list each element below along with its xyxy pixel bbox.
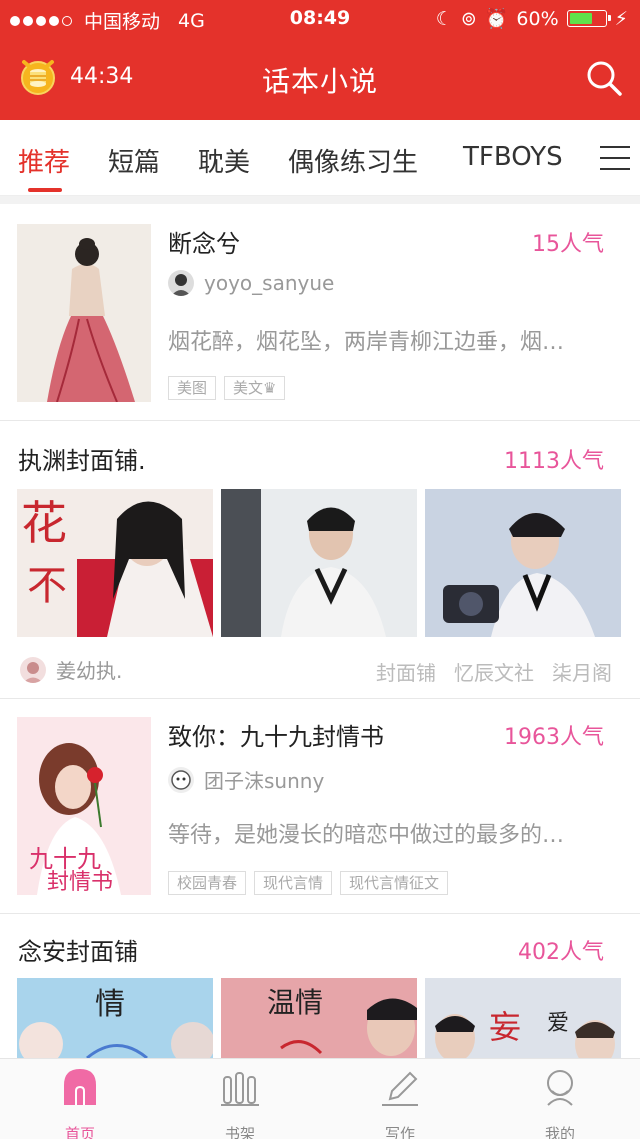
svg-text:情: 情 xyxy=(95,987,125,1022)
profile-icon xyxy=(547,1070,573,1106)
popularity-count: 1963人气 xyxy=(504,725,604,750)
category-tabs: 推荐 短篇 耽美 偶像练习生 TFBOYS xyxy=(0,120,640,196)
book-title[interactable]: 致你：九十九封情书 xyxy=(168,717,384,752)
owner-name[interactable]: 姜幼执. xyxy=(56,655,122,684)
battery-icon xyxy=(566,10,611,27)
svg-text:爱: 爱 xyxy=(547,1011,569,1036)
lock-rotation-icon: ⊚ xyxy=(460,7,477,30)
tab-recommended[interactable]: 推荐 xyxy=(18,142,70,179)
author-name[interactable]: 团子沫sunny xyxy=(204,765,324,794)
tab-short[interactable]: 短篇 xyxy=(108,142,160,179)
book-card[interactable]: 断念兮 15人气 yoyo_sanyue 烟花醉，烟花坠，两岸青柳江边垂，烟… … xyxy=(0,224,640,420)
nav-bookshelf[interactable]: 书架 xyxy=(190,1067,290,1139)
book-tag[interactable]: 现代言情征文 xyxy=(340,871,449,895)
tab-idol-trainee[interactable]: 偶像练习生 xyxy=(288,142,418,179)
svg-text:不: 不 xyxy=(27,563,67,609)
menu-icon[interactable] xyxy=(600,146,630,172)
bookshelf-icon xyxy=(221,1072,259,1106)
shop-card[interactable]: 念安封面铺 402人气 情 温情 妄 爱 xyxy=(0,914,640,1058)
svg-text:花: 花 xyxy=(21,496,67,550)
book-tag[interactable]: 现代言情 xyxy=(254,871,333,895)
shop-cover-image[interactable] xyxy=(221,489,417,637)
nav-profile[interactable]: 我的 xyxy=(510,1067,610,1139)
shop-cover-image[interactable] xyxy=(425,489,621,637)
search-icon[interactable] xyxy=(584,58,624,98)
status-bar: 中国移动 4G 08:49 ☾ ⊚ ⏰ 60% ⚡ xyxy=(0,0,640,36)
book-cover[interactable]: 九十九 封情书 xyxy=(17,717,151,895)
shop-name[interactable]: 执渊封面铺. xyxy=(18,441,146,476)
divider xyxy=(0,698,640,699)
charging-icon: ⚡ xyxy=(614,7,628,30)
book-tag[interactable]: 美图 xyxy=(168,376,217,400)
book-summary: 等待，是她漫长的暗恋中做过的最多的… xyxy=(168,823,565,848)
book-tag[interactable]: 美文♛ xyxy=(224,376,286,400)
svg-text:温情: 温情 xyxy=(267,986,323,1019)
book-summary: 烟花醉，烟花坠，两岸青柳江边垂，烟… xyxy=(168,330,565,355)
popularity-count: 1113人气 xyxy=(504,449,604,474)
svg-text:九十九: 九十九 xyxy=(29,845,101,873)
pen-icon xyxy=(382,1071,418,1106)
shop-category[interactable]: 封面铺 xyxy=(376,657,436,686)
book-cover[interactable] xyxy=(17,224,151,402)
home-icon xyxy=(64,1069,96,1105)
shop-cover-image[interactable]: 情 xyxy=(17,978,213,1058)
popularity-count: 402人气 xyxy=(518,940,604,965)
nav-label: 首页 xyxy=(64,1125,95,1139)
app-title: 话本小说 xyxy=(261,65,378,98)
tab-danmei[interactable]: 耽美 xyxy=(198,142,250,179)
active-tab-indicator xyxy=(28,188,62,192)
owner-avatar[interactable] xyxy=(20,656,46,683)
tab-tfboys[interactable]: TFBOYS xyxy=(463,142,563,172)
book-card[interactable]: 九十九 封情书 致你：九十九封情书 1963人气 团子沫sunny 等待，是她漫… xyxy=(0,717,640,913)
bottom-nav: 首页 书架 写作 我的 xyxy=(0,1058,640,1139)
author-avatar[interactable] xyxy=(168,270,194,296)
shop-category[interactable]: 忆辰文社 xyxy=(454,657,534,686)
nav-home[interactable]: 首页 xyxy=(30,1067,130,1139)
author-avatar[interactable] xyxy=(168,766,194,793)
battery-label: 60% xyxy=(516,7,559,30)
nav-label: 我的 xyxy=(544,1125,575,1139)
shop-card[interactable]: 执渊封面铺. 1113人气 花 不 姜幼执. 封面铺 忆辰文社 柒月阁 xyxy=(0,421,640,698)
alarm-icon: ⏰ xyxy=(484,8,509,30)
shop-cover-image[interactable]: 温情 xyxy=(221,978,417,1058)
svg-text:妄: 妄 xyxy=(489,1008,521,1046)
shop-cover-image[interactable]: 花 不 xyxy=(17,489,213,637)
shop-name[interactable]: 念安封面铺 xyxy=(18,932,138,967)
author-name[interactable]: yoyo_sanyue xyxy=(204,271,334,295)
shop-cover-image[interactable]: 妄 爱 xyxy=(425,978,621,1058)
book-tag[interactable]: 校园青春 xyxy=(168,871,247,895)
book-title[interactable]: 断念兮 xyxy=(168,224,240,259)
svg-text:封情书: 封情书 xyxy=(47,870,113,895)
app-header: 44:34 话本小说 xyxy=(0,36,640,120)
shop-category[interactable]: 柒月阁 xyxy=(552,657,612,686)
moon-icon: ☾ xyxy=(435,7,453,30)
nav-label: 写作 xyxy=(384,1125,415,1139)
popularity-count: 15人气 xyxy=(532,232,604,257)
nav-write[interactable]: 写作 xyxy=(350,1067,450,1139)
nav-label: 书架 xyxy=(224,1125,255,1139)
divider xyxy=(0,196,640,204)
